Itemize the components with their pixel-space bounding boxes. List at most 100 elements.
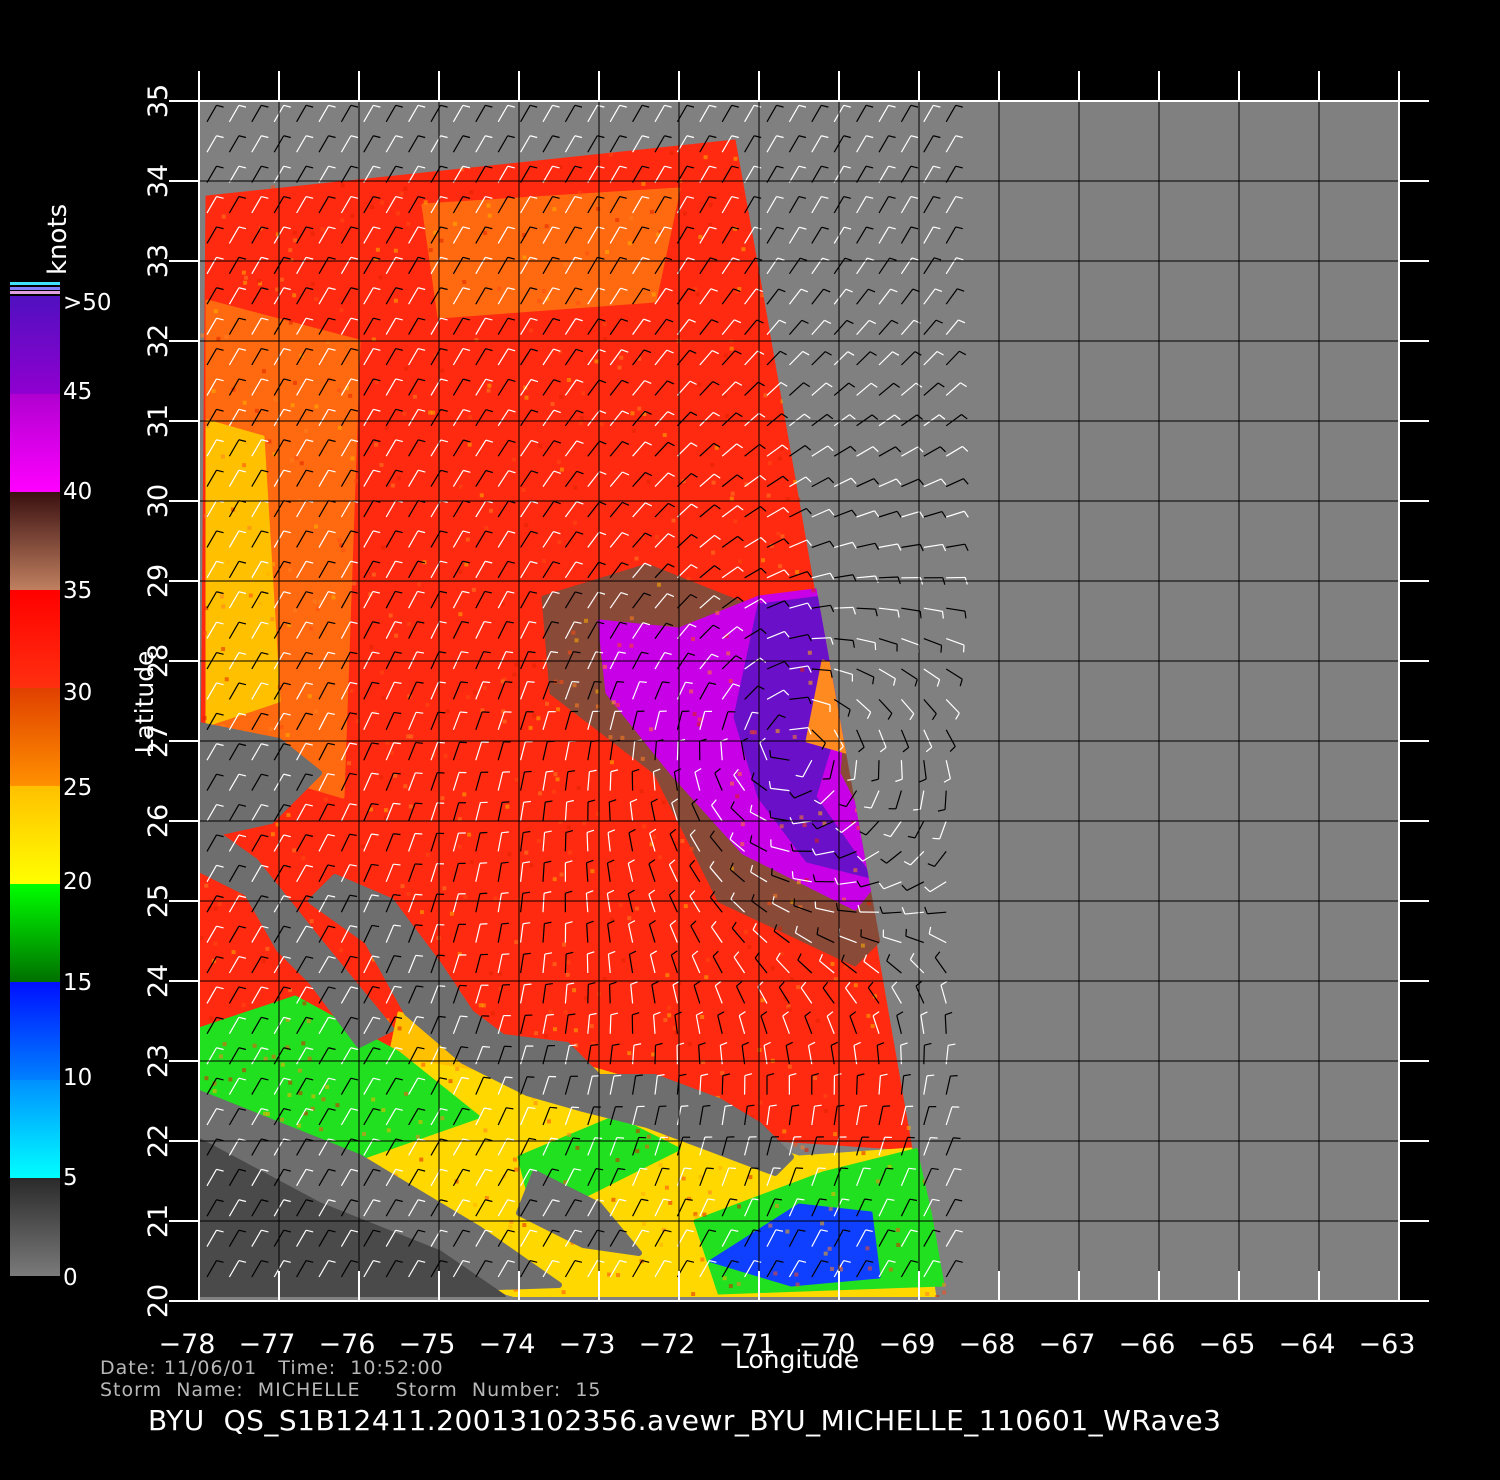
speckle (242, 400, 247, 405)
speckle (596, 811, 601, 816)
speckle (360, 844, 365, 849)
speckle (534, 1031, 539, 1036)
speckle (213, 906, 218, 911)
wind-barb-feather (616, 681, 625, 683)
speckle (578, 421, 583, 426)
speckle (572, 520, 577, 525)
colorbar-band (10, 786, 60, 884)
wind-barb-feather (703, 1104, 711, 1107)
speckle (906, 1126, 911, 1131)
speckle (217, 901, 222, 906)
speckle (761, 558, 766, 563)
speckle (804, 1148, 809, 1153)
speckle (573, 485, 578, 490)
colorbar-cap (10, 287, 60, 290)
wind-barb-feather (613, 1074, 622, 1077)
speckle (567, 1132, 572, 1137)
wind-barb-feather (460, 681, 469, 684)
speckle (608, 735, 613, 740)
speckle (795, 570, 800, 575)
speckle (792, 734, 797, 739)
speckle (514, 662, 519, 667)
speckle (757, 1048, 762, 1053)
speckle (403, 186, 408, 191)
speckle (641, 1221, 646, 1226)
speckle (388, 613, 393, 618)
speckle (774, 1204, 779, 1209)
speckle (219, 594, 224, 599)
wind-barb-feather (501, 861, 509, 864)
speckle (393, 298, 398, 303)
speckle (682, 211, 687, 216)
wind-speed-map: −78 −77 −76 −75 −74 −73 −72 −71 −70 −69 −68 −67 −66−… (0, 0, 1500, 1480)
speckle (752, 730, 757, 735)
speckle (563, 1010, 568, 1015)
speckle (350, 213, 355, 218)
speckle (257, 601, 262, 606)
y-tick-label: 35 (143, 84, 174, 118)
speckle (696, 722, 701, 727)
speckle (399, 191, 404, 196)
speckle (379, 462, 384, 467)
x-tick-label: −64 (1279, 1329, 1336, 1360)
speckle (440, 1116, 445, 1121)
speckle (571, 630, 576, 635)
speckle (293, 380, 298, 385)
speckle (350, 456, 355, 461)
speckle (337, 425, 342, 430)
speckle (596, 206, 601, 211)
speckle (442, 886, 447, 891)
date-time-line: Date: 11/06/01 Time: 10:52:00 (100, 1357, 444, 1379)
speckle (221, 214, 226, 219)
speckle (306, 1019, 311, 1024)
speckle (582, 821, 587, 826)
speckle (522, 1223, 527, 1228)
speckle (681, 1176, 686, 1181)
speckle (542, 289, 547, 294)
speckle (667, 1013, 672, 1018)
speckle (419, 910, 424, 915)
speckle (231, 950, 236, 955)
wind-barb-feather (818, 1167, 826, 1170)
speckle (412, 394, 417, 399)
speckle (337, 388, 342, 393)
speckle (349, 688, 354, 693)
speckle (428, 410, 433, 415)
colorbar-unit-label: knots (43, 203, 73, 275)
speckle (715, 610, 720, 615)
speckle (777, 926, 782, 931)
speckle (241, 270, 246, 275)
speckle (463, 894, 468, 899)
speckle (867, 901, 872, 906)
wind-barb (676, 741, 679, 761)
speckle (608, 152, 613, 157)
y-tick-label: 20 (143, 1284, 174, 1318)
speckle (302, 1001, 307, 1006)
speckle (611, 1197, 616, 1202)
speckle (645, 1144, 650, 1149)
speckle (541, 559, 546, 564)
speckle (266, 571, 271, 576)
x-tick-label: −78 (159, 1329, 216, 1360)
wind-barb-feather (524, 770, 532, 773)
speckle (445, 708, 450, 713)
speckle (544, 701, 549, 706)
speckle (779, 446, 784, 451)
speckle (888, 1267, 893, 1272)
wind-barb-feather (460, 1015, 468, 1018)
speckle (637, 406, 642, 411)
speckle (252, 1043, 257, 1048)
wind-barb-feather (502, 801, 510, 803)
speckle (621, 958, 626, 963)
speckle (312, 599, 317, 604)
speckle (263, 1056, 268, 1061)
speckle (529, 863, 534, 868)
speckle (309, 626, 314, 631)
speckle (335, 1103, 340, 1108)
speckle (700, 1015, 705, 1020)
speckle (440, 368, 445, 373)
speckle (353, 479, 358, 484)
speckle (509, 1219, 514, 1224)
y-tick-label: 25 (143, 884, 174, 918)
colorbar-label: 45 (63, 379, 92, 405)
